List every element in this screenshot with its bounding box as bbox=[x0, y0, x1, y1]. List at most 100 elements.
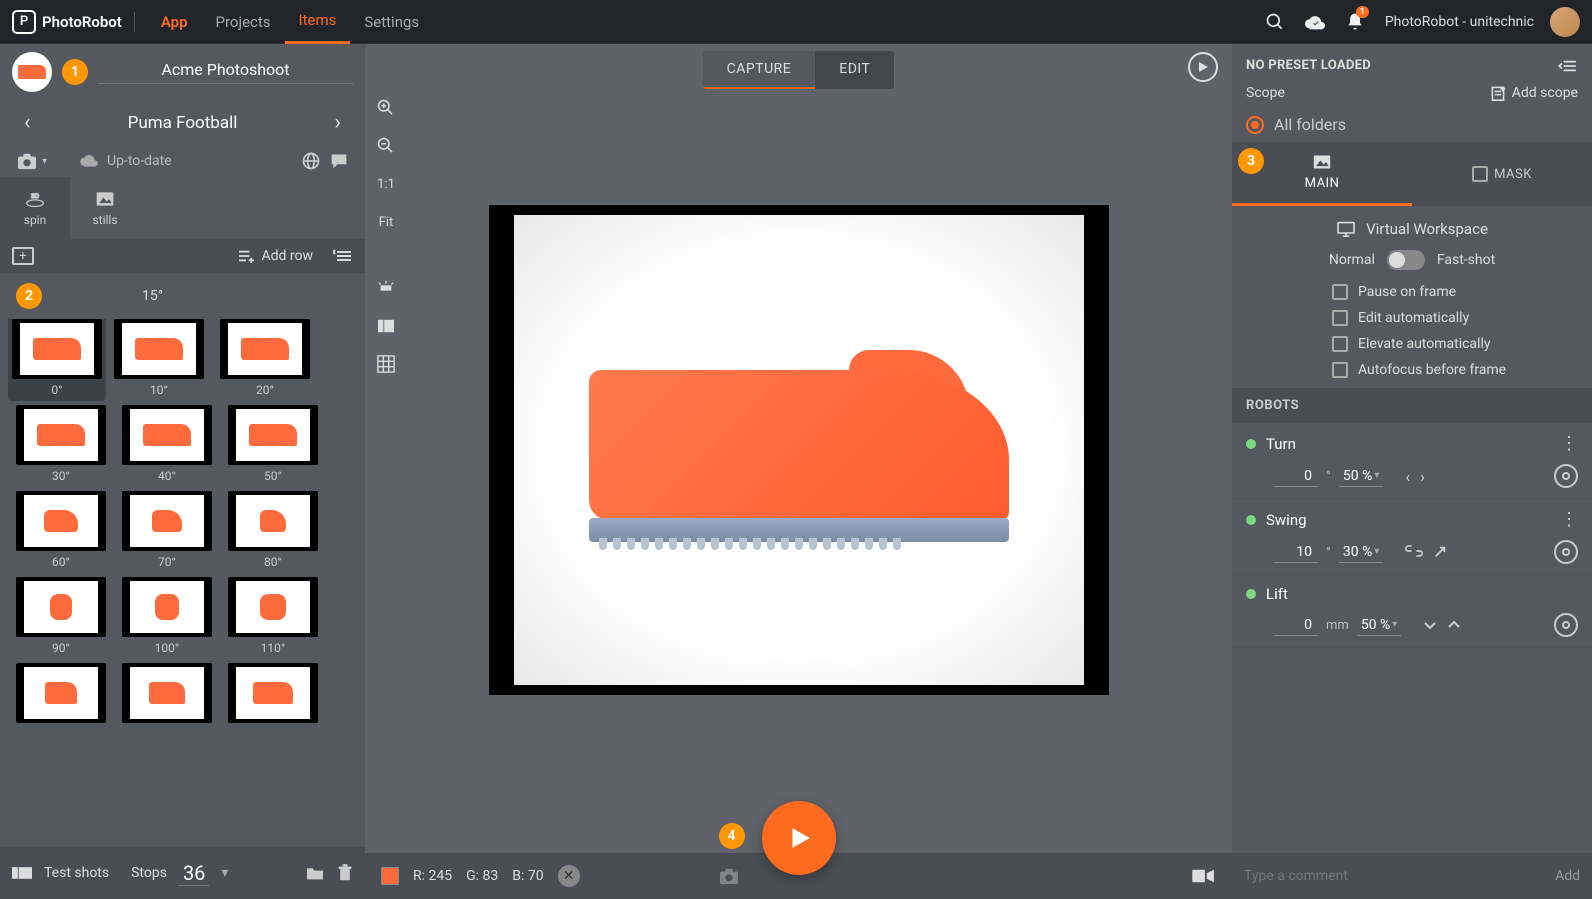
liveview-icon[interactable] bbox=[1192, 867, 1216, 885]
status-dot bbox=[1246, 439, 1256, 449]
turn-value[interactable]: 0 bbox=[1274, 466, 1318, 487]
zoom-1to1[interactable]: 1:1 bbox=[371, 172, 401, 196]
thumb-110[interactable]: 110° bbox=[224, 577, 322, 655]
nav-items[interactable]: Items bbox=[285, 0, 351, 44]
shot-normal-label: Normal bbox=[1329, 252, 1375, 268]
comment-icon[interactable] bbox=[329, 152, 349, 170]
color-r: R: 245 bbox=[413, 868, 452, 884]
compare-tool-icon[interactable] bbox=[371, 314, 401, 338]
nav-settings[interactable]: Settings bbox=[350, 0, 433, 44]
robot-swing-menu[interactable]: ⋮ bbox=[1560, 509, 1578, 530]
product-preview bbox=[589, 350, 1009, 550]
thumb-80[interactable]: 80° bbox=[224, 491, 322, 569]
swing-speed[interactable]: 30 %▾ bbox=[1339, 542, 1384, 563]
brand-logo: P PhotoRobot bbox=[12, 10, 122, 34]
panel-collapse-icon[interactable] bbox=[1558, 59, 1578, 73]
thumb-60[interactable]: 60° bbox=[12, 491, 110, 569]
folder-icon[interactable] bbox=[305, 865, 325, 881]
scope-radio-all[interactable] bbox=[1246, 116, 1264, 134]
thumb-90[interactable]: 90° bbox=[12, 577, 110, 655]
nav-projects[interactable]: Projects bbox=[202, 0, 285, 44]
search-icon[interactable] bbox=[1255, 2, 1295, 42]
cloud-sync-icon[interactable] bbox=[1295, 2, 1335, 42]
thumb-40[interactable]: 40° bbox=[118, 405, 216, 483]
notifications-icon[interactable]: 1 bbox=[1335, 2, 1375, 42]
thumb-30[interactable]: 30° bbox=[12, 405, 110, 483]
preview-area[interactable] bbox=[365, 156, 1232, 743]
preset-label: NO PRESET LOADED bbox=[1246, 58, 1371, 73]
thumb-0[interactable]: 0° bbox=[8, 319, 106, 401]
swing-value[interactable]: 10 bbox=[1274, 542, 1318, 563]
reorder-icon[interactable] bbox=[333, 249, 353, 263]
lift-target-icon[interactable] bbox=[1554, 613, 1578, 637]
check-elevate-auto[interactable] bbox=[1332, 336, 1348, 352]
check-pause[interactable] bbox=[1332, 284, 1348, 300]
add-scope-button[interactable]: Add scope bbox=[1490, 85, 1578, 101]
comment-input[interactable] bbox=[1244, 868, 1545, 884]
check-edit-auto[interactable] bbox=[1332, 310, 1348, 326]
row-angle-label: 15° bbox=[142, 288, 163, 304]
stops-value[interactable]: 36 bbox=[179, 861, 209, 886]
mode-toggle: CAPTURE EDIT bbox=[703, 51, 895, 89]
turn-next-icon[interactable]: › bbox=[1420, 467, 1425, 486]
swing-link-icon[interactable] bbox=[1405, 545, 1423, 559]
camera-menu-icon[interactable]: ▾ bbox=[16, 152, 47, 170]
cancel-icon[interactable]: ✕ bbox=[558, 865, 580, 887]
mask-checkbox[interactable] bbox=[1472, 166, 1488, 182]
zoom-in-icon[interactable] bbox=[371, 96, 401, 120]
grid-tool-icon[interactable] bbox=[371, 352, 401, 376]
thumb-140[interactable] bbox=[224, 663, 322, 723]
zoom-fit[interactable]: Fit bbox=[371, 210, 401, 234]
turn-prev-icon[interactable]: ‹ bbox=[1405, 467, 1410, 486]
globe-icon[interactable] bbox=[301, 151, 321, 171]
thumb-10[interactable]: 10° bbox=[110, 319, 208, 397]
zoom-out-icon[interactable] bbox=[371, 134, 401, 158]
turn-target-icon[interactable] bbox=[1554, 464, 1578, 488]
project-thumb[interactable] bbox=[12, 52, 52, 92]
capture-button[interactable] bbox=[762, 801, 836, 875]
nav-app[interactable]: App bbox=[147, 0, 202, 44]
avatar[interactable] bbox=[1550, 7, 1580, 37]
play-preview-button[interactable] bbox=[1188, 52, 1218, 82]
swing-diag-icon[interactable] bbox=[1433, 545, 1447, 559]
delete-icon[interactable] bbox=[337, 864, 353, 882]
thumb-70[interactable]: 70° bbox=[118, 491, 216, 569]
thumb-50[interactable]: 50° bbox=[224, 405, 322, 483]
fast-shot-toggle[interactable] bbox=[1387, 250, 1425, 270]
help-marker-3: 3 bbox=[1238, 148, 1264, 174]
camera-capture-icon[interactable] bbox=[718, 867, 740, 885]
mode-edit[interactable]: EDIT bbox=[815, 51, 894, 89]
test-shots-label[interactable]: Test shots bbox=[44, 865, 109, 881]
thumbnail-grid: 0° 10° 20° 30° 40° 50° 60° 70° 80° 90° 1… bbox=[0, 319, 365, 847]
add-folder-icon[interactable]: + bbox=[12, 247, 34, 265]
thumb-20[interactable]: 20° bbox=[216, 319, 314, 397]
lift-up-icon[interactable] bbox=[1447, 619, 1461, 631]
user-label[interactable]: PhotoRobot - unitechnic bbox=[1385, 14, 1534, 30]
lift-speed[interactable]: 50 %▾ bbox=[1357, 615, 1402, 636]
lift-value[interactable]: 0 bbox=[1274, 615, 1318, 636]
check-autofocus[interactable] bbox=[1332, 362, 1348, 378]
add-row-button[interactable]: Add row bbox=[237, 248, 313, 264]
status-dot bbox=[1246, 589, 1256, 599]
tab-spin[interactable]: 3D spin bbox=[0, 177, 70, 239]
prev-item-button[interactable]: ‹ bbox=[16, 106, 39, 139]
center-panel: CAPTURE EDIT 1:1 Fit bbox=[365, 44, 1232, 899]
thumb-130[interactable] bbox=[118, 663, 216, 723]
tab-stills[interactable]: stills bbox=[70, 177, 140, 239]
thumb-120[interactable] bbox=[12, 663, 110, 723]
robot-turn-menu[interactable]: ⋮ bbox=[1560, 433, 1578, 454]
highlight-tool-icon[interactable] bbox=[371, 276, 401, 300]
add-comment-button[interactable]: Add bbox=[1555, 868, 1580, 884]
test-shots-icon[interactable] bbox=[12, 865, 32, 881]
project-title[interactable]: Acme Photoshoot bbox=[98, 60, 353, 84]
swing-target-icon[interactable] bbox=[1554, 540, 1578, 564]
item-name[interactable]: Puma Football bbox=[128, 113, 238, 133]
tab-mask[interactable]: MASK bbox=[1412, 142, 1592, 206]
turn-speed[interactable]: 50 %▾ bbox=[1339, 466, 1384, 487]
virtual-workspace-button[interactable]: Virtual Workspace bbox=[1246, 220, 1578, 238]
lift-down-icon[interactable] bbox=[1423, 619, 1437, 631]
next-item-button[interactable]: › bbox=[326, 106, 349, 139]
mode-capture[interactable]: CAPTURE bbox=[703, 51, 816, 89]
right-panel: NO PRESET LOADED Scope Add scope All fol… bbox=[1232, 44, 1592, 899]
thumb-100[interactable]: 100° bbox=[118, 577, 216, 655]
